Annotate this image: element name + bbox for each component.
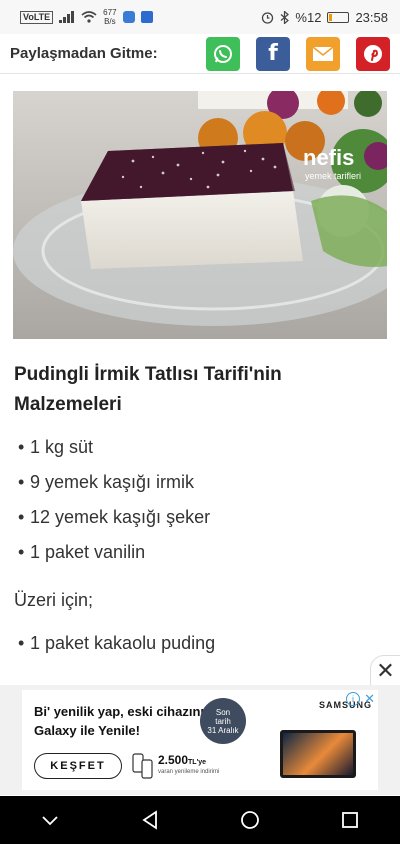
system-nav-bar (0, 796, 400, 844)
battery-percent: %12 (295, 9, 322, 25)
home-circle-icon (241, 811, 259, 829)
share-title: Paylaşmadan Gitme: (10, 45, 158, 62)
wifi-icon (81, 11, 97, 23)
email-share-button[interactable] (306, 36, 340, 71)
signal-icon (59, 11, 75, 23)
ad-headline: Bi' yenilik yap, eski cihazını (34, 704, 204, 719)
topping-heading: Üzeri için; (14, 590, 94, 610)
back-button[interactable] (130, 800, 170, 840)
recents-button[interactable] (330, 800, 370, 840)
ad-banner[interactable]: Bi' yenilik yap, eski cihazını Galaxy il… (0, 685, 400, 795)
list-item: • 1 paket kakaolu puding (18, 633, 216, 653)
recipe-content: Pudingli İrmik Tatlısı Tarifi'nin Malzem… (14, 360, 386, 661)
close-icon: ✕ (376, 657, 395, 683)
watermark-logo: nefis (303, 145, 354, 170)
ingredients-heading: Pudingli İrmik Tatlısı Tarifi'nin Malzem… (14, 364, 282, 415)
clock: 23:58 (355, 9, 388, 25)
whatsapp-share-button[interactable] (206, 36, 240, 71)
back-triangle-icon (142, 810, 157, 830)
ad-choices-close-icon[interactable]: ✕ (364, 691, 375, 707)
list-item: • 12 yemek kaşığı şeker (18, 507, 211, 527)
home-button[interactable] (230, 800, 270, 840)
list-item: • 1 paket vanilin (18, 542, 146, 562)
alarm-icon (262, 11, 274, 24)
volte-indicator: VoLTE (20, 10, 54, 24)
tablet-product-image (280, 730, 356, 778)
close-ad-button[interactable]: ✕ (370, 655, 400, 685)
status-bar: VoLTE 677 B/s %12 23:58 (0, 0, 400, 34)
facebook-share-button[interactable]: f (256, 36, 290, 71)
data-speed: 677 B/s (103, 8, 117, 26)
ad-price-block: 2.500TL'ye varan yenileme indirimi (132, 751, 222, 781)
share-bar: Paylaşmadan Gitme: f (0, 34, 400, 74)
ad-price-caption: varan yenileme indirimi (158, 769, 220, 775)
chevron-down-icon (42, 816, 58, 826)
app-notification-icon-2 (140, 11, 153, 23)
list-item: • 1 kg süt (18, 437, 94, 457)
app-notification-icon (122, 11, 135, 23)
ad-info-icon[interactable]: i (346, 692, 360, 706)
list-item: • 9 yemek kaşığı irmik (18, 472, 195, 492)
hide-nav-button[interactable] (30, 800, 70, 840)
ad-price-value: 2.500TL'ye (158, 753, 207, 767)
ad-deadline-badge: Son tarih 31 Aralık (200, 698, 246, 744)
ingredients-list: • 1 kg süt • 9 yemek kaşığı irmik • 12 yeme… (14, 430, 386, 570)
facebook-icon: f (268, 41, 278, 66)
pinterest-icon (364, 44, 382, 63)
phone-swap-icon (132, 753, 153, 779)
envelope-icon (312, 45, 334, 61)
bluetooth-icon (281, 10, 290, 24)
pinterest-share-button[interactable] (356, 36, 390, 71)
topping-list: • 1 paket kakaolu puding (14, 626, 386, 661)
whatsapp-icon (214, 44, 232, 63)
ad-creative[interactable]: Bi' yenilik yap, eski cihazını Galaxy il… (22, 690, 378, 790)
recents-square-icon (342, 812, 358, 828)
watermark-subtitle: yemek tarifleri (305, 171, 361, 181)
ad-subheadline: Galaxy ile Yenile! (34, 723, 140, 738)
recipe-photo: nefis yemek tarifleri (13, 91, 387, 339)
battery-icon (327, 11, 350, 23)
ad-cta-button[interactable]: KEŞFET (34, 753, 122, 779)
